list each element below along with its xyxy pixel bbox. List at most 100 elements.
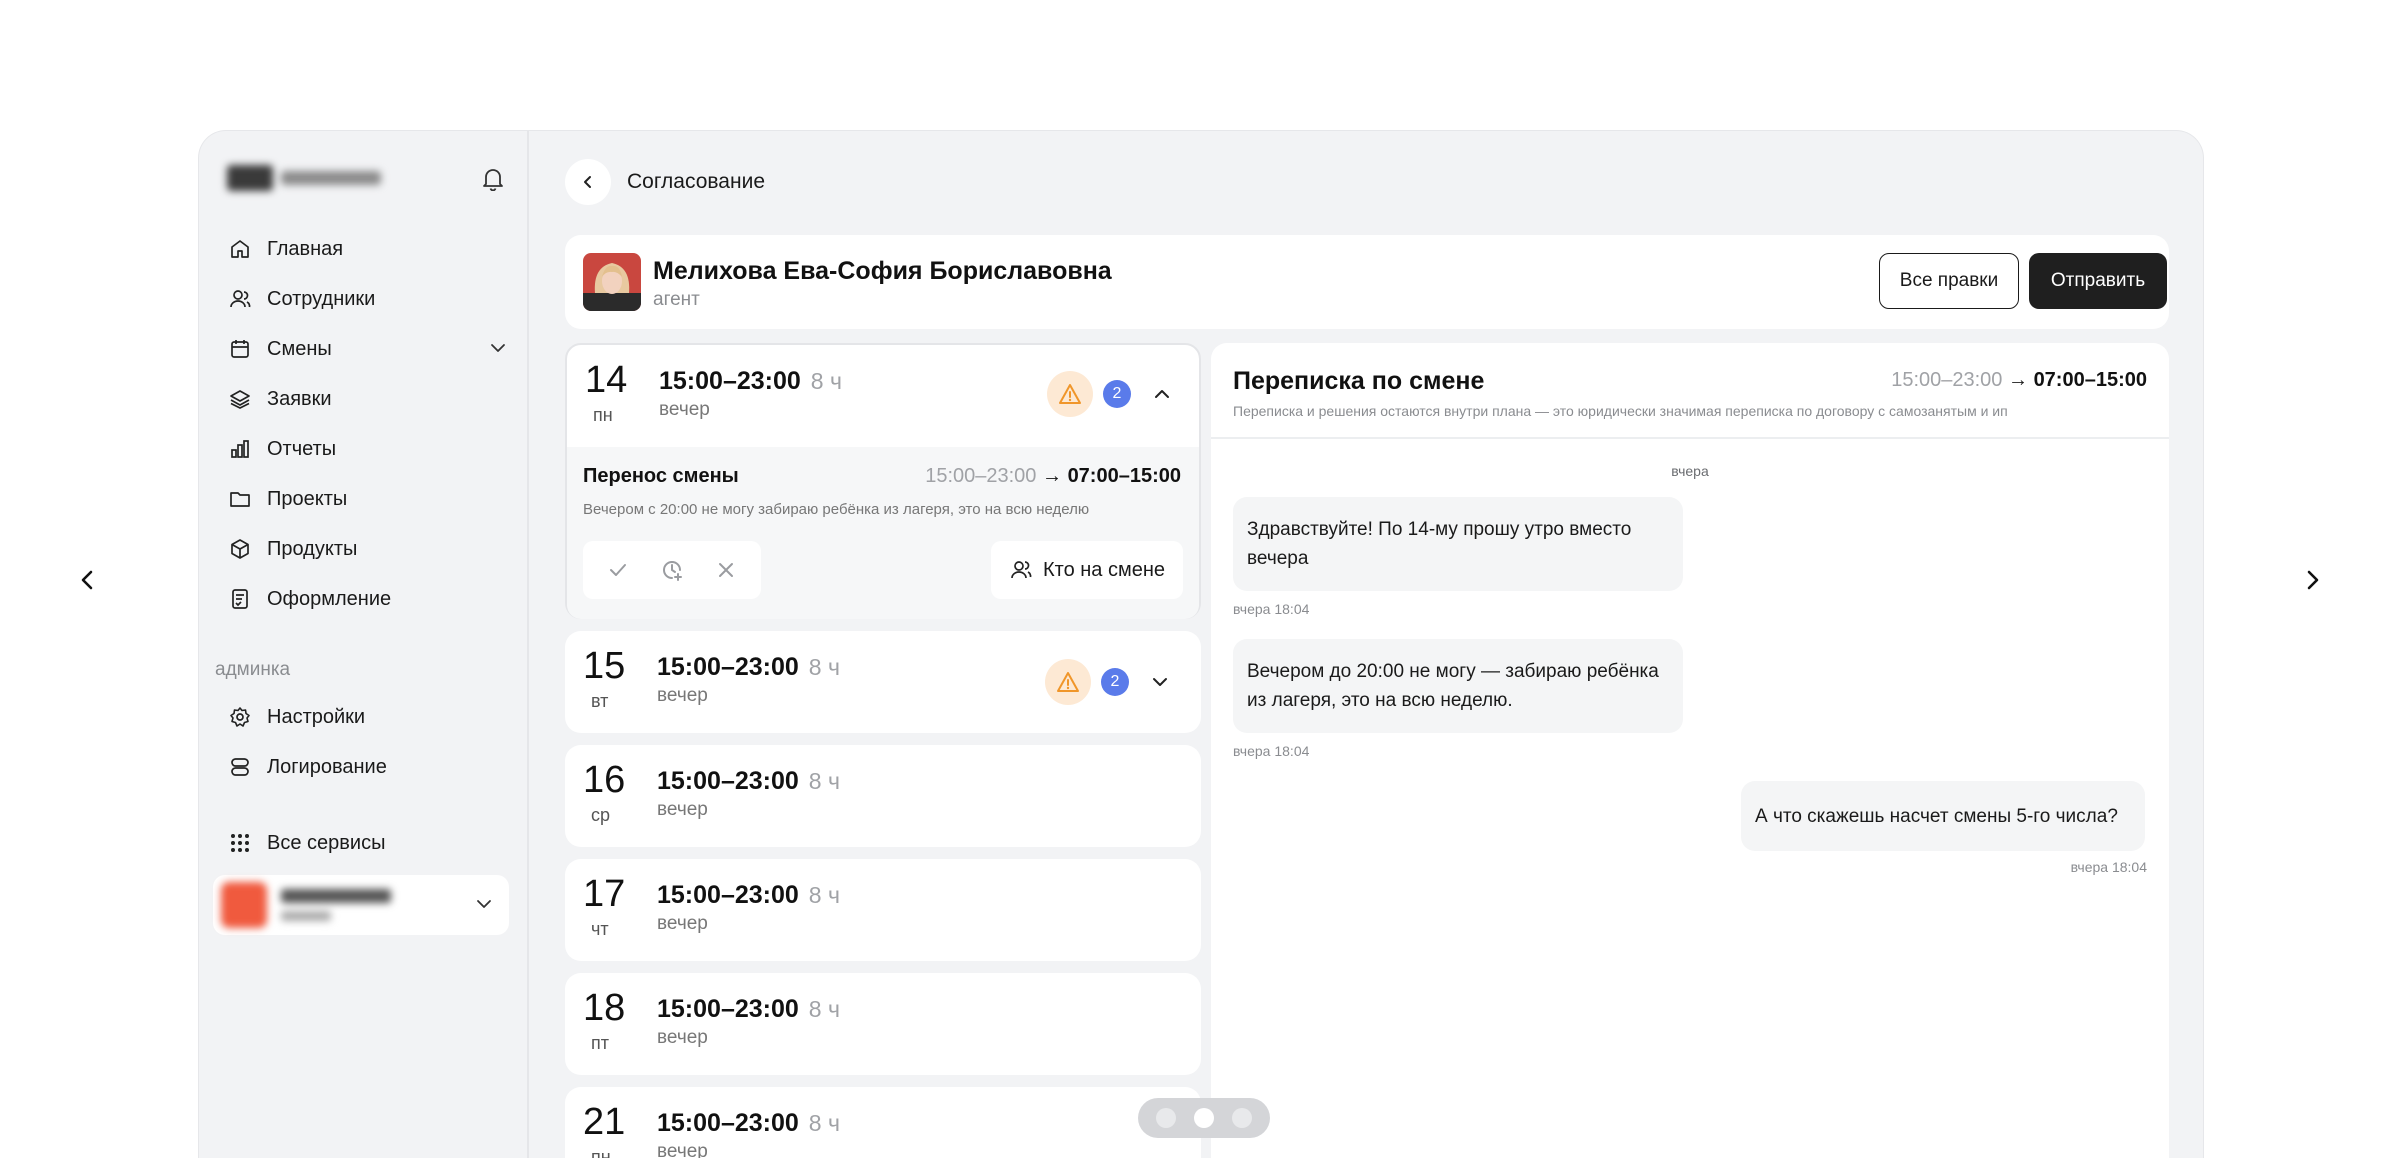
sidebar-item-all-services[interactable]: Все сервисы (227, 821, 509, 865)
chat-subtitle: Переписка и решения остаются внутри план… (1233, 403, 2008, 419)
sidebar-item-projects[interactable]: Проекты (227, 477, 509, 521)
clock-plus-icon (663, 561, 682, 581)
shift-day-number: 21 (583, 1101, 626, 1143)
shift-duration: 8 ч (808, 1110, 840, 1136)
reject-button[interactable] (706, 550, 746, 590)
shift-period: вечер (657, 799, 708, 820)
account-switcher[interactable] (213, 875, 509, 935)
chevron-up-icon (1155, 390, 1169, 398)
shift-time: 15:00–23:00 8 ч (659, 367, 842, 396)
who-on-shift-label: Кто на смене (1042, 558, 1166, 581)
logo (227, 165, 387, 191)
pager-dot[interactable] (1156, 1108, 1176, 1128)
page-title: Согласование (627, 170, 765, 193)
sidebar-item-label: Отчеты (267, 437, 337, 460)
chat-old-range: 15:00–23:00 (1891, 369, 2003, 391)
breadcrumb: Согласование (565, 159, 765, 205)
request-description: Вечером с 20:00 не могу забираю ребёнка … (583, 501, 1090, 518)
shift-time: 15:00–23:00 8 ч (657, 1109, 840, 1138)
request-count-badge: 2 (1103, 380, 1131, 408)
all-edits-button[interactable]: Все правки (1879, 253, 2019, 309)
shift-card[interactable]: 21 пн 15:00–23:00 8 ч вечер (565, 1087, 1201, 1158)
warning-indicator[interactable] (1045, 659, 1091, 705)
pager-dot-active[interactable] (1194, 1108, 1214, 1128)
document-icon (227, 586, 253, 612)
chat-time-change: 15:00–23:00 → 07:00–15:00 (1891, 369, 2147, 392)
avatar (583, 253, 641, 311)
shift-card[interactable]: 17 чт 15:00–23:00 8 ч вечер (565, 859, 1201, 961)
who-on-shift-button[interactable]: Кто на смене (991, 541, 1183, 599)
collapse-button[interactable] (1147, 379, 1177, 409)
calendar-icon (227, 336, 253, 362)
warning-indicator[interactable] (1047, 371, 1093, 417)
employee-role: агент (653, 289, 700, 310)
shift-card[interactable]: 15 вт 15:00–23:00 8 ч вечер 2 (565, 631, 1201, 733)
sidebar-item-label: Сотрудники (267, 287, 376, 310)
sidebar-item-registration[interactable]: Оформление (227, 577, 509, 621)
send-button[interactable]: Отправить (2029, 253, 2167, 309)
employee-header-card: Мелихова Ева-София Бориславовна агент Вс… (565, 235, 2169, 329)
chevron-down-icon[interactable] (487, 337, 509, 364)
shift-day-number: 17 (583, 873, 626, 915)
users-icon (227, 286, 253, 312)
arrow-icon: → (1042, 465, 1062, 487)
approve-button[interactable] (598, 550, 638, 590)
shift-time-range: 15:00–23:00 (657, 653, 799, 681)
sidebar-item-requests[interactable]: Заявки (227, 377, 509, 421)
shift-card[interactable]: 16 ср 15:00–23:00 8 ч вечер (565, 745, 1201, 847)
close-icon (719, 563, 733, 577)
chevron-down-icon (1153, 678, 1167, 686)
request-old-range: 15:00–23:00 (925, 465, 1037, 487)
postpone-button[interactable] (652, 550, 692, 590)
sidebar-item-home[interactable]: Главная (227, 227, 509, 271)
request-title: Перенос смены (583, 465, 739, 487)
pager-dot[interactable] (1232, 1108, 1252, 1128)
sidebar-item-employees[interactable]: Сотрудники (227, 277, 509, 321)
check-icon (610, 564, 626, 576)
sidebar-item-label: Проекты (267, 487, 348, 510)
sidebar-item-label: Все сервисы (267, 831, 386, 854)
chat-day-separator: вчера (1671, 463, 1709, 479)
shift-time-range: 15:00–23:00 (659, 367, 801, 395)
shift-period: вечер (657, 685, 708, 706)
shift-change-request: Перенос смены 15:00–23:00 → 07:00–15:00 … (567, 447, 1199, 619)
sidebar-item-settings[interactable]: Настройки (227, 695, 509, 739)
layers-icon (227, 386, 253, 412)
employee-name: Мелихова Ева-София Бориславовна (653, 257, 1112, 285)
sidebar-item-label: Смены (267, 337, 332, 360)
carousel-next-button[interactable] (2288, 556, 2336, 604)
shift-time-range: 15:00–23:00 (657, 1109, 799, 1137)
shift-time: 15:00–23:00 8 ч (657, 653, 840, 682)
folder-icon (227, 486, 253, 512)
message-bubble-outgoing: А что скажешь насчет смены 5-го числа? (1741, 781, 2145, 851)
shift-weekday: пт (591, 1033, 609, 1053)
sidebar-item-shifts[interactable]: Смены (227, 327, 509, 371)
chevron-right-icon (2307, 570, 2319, 590)
shift-card-expanded: 14 пн 15:00–23:00 8 ч вечер 2 Перенос сме… (565, 343, 1201, 619)
shift-card[interactable]: 18 пт 15:00–23:00 8 ч вечер (565, 973, 1201, 1075)
database-icon (227, 754, 253, 780)
shift-weekday: пн (593, 405, 613, 425)
message-bubble-incoming: Вечером до 20:00 не могу — забираю ребён… (1233, 639, 1683, 733)
sidebar-item-label: Заявки (267, 387, 332, 410)
message-timestamp: вчера 18:04 (2070, 859, 2147, 875)
notifications-button[interactable] (477, 163, 509, 195)
sidebar-item-label: Логирование (267, 755, 387, 778)
bar-chart-icon (227, 436, 253, 462)
shift-period: вечер (657, 1027, 708, 1048)
shift-weekday: чт (591, 919, 609, 939)
account-info (221, 882, 421, 928)
sidebar-item-reports[interactable]: Отчеты (227, 427, 509, 471)
message-bubble-incoming: Здравствуйте! По 14-му прошу утро вместо… (1233, 497, 1683, 591)
carousel-prev-button[interactable] (64, 556, 112, 604)
sidebar-item-products[interactable]: Продукты (227, 527, 509, 571)
grid-icon (227, 830, 253, 856)
bell-icon (483, 169, 503, 191)
chevron-down-icon (473, 893, 495, 920)
shift-period: вечер (659, 399, 710, 420)
sidebar-item-logging[interactable]: Логирование (227, 745, 509, 789)
shift-weekday: ср (591, 805, 611, 825)
warning-icon (1059, 384, 1081, 404)
expand-button[interactable] (1145, 667, 1175, 697)
back-button[interactable] (565, 159, 611, 205)
